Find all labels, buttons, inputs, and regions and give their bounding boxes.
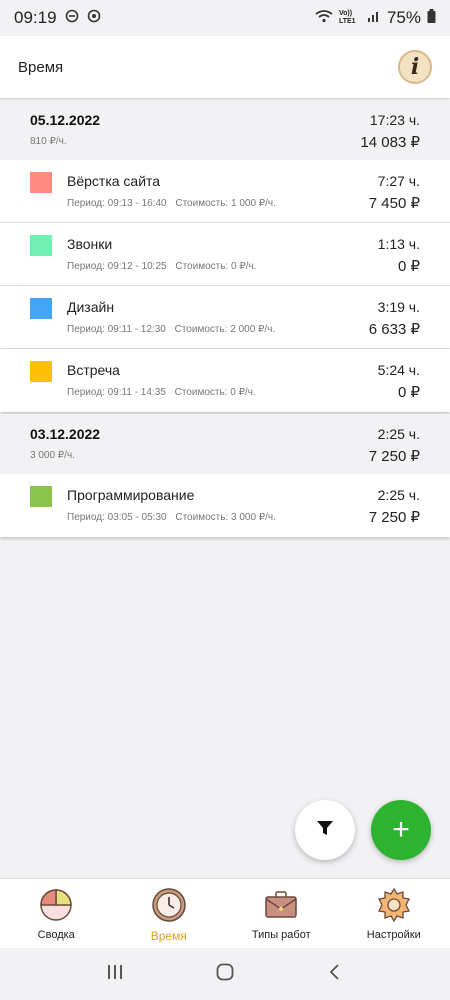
wifi-icon <box>315 8 333 28</box>
task-period: Период: 03:05 - 05:30 <box>67 512 167 523</box>
day-header: 05.12.2022 810 ₽/ч. 17:23 ч. 14 083 ₽ <box>0 100 450 160</box>
task-row[interactable]: Вёрстка сайта Период: 09:13 - 16:40 Стои… <box>0 160 450 223</box>
task-name: Программирование <box>67 487 195 503</box>
task-row[interactable]: Звонки Период: 09:12 - 10:25 Стоимость: … <box>0 223 450 286</box>
nav-item-work-types[interactable]: Типы работ <box>225 879 338 948</box>
do-not-disturb-icon <box>65 8 79 28</box>
task-period: Период: 09:11 - 14:35 <box>67 387 166 398</box>
day-rate: 3 000 ₽/ч. <box>30 450 75 461</box>
pie-chart-icon <box>38 887 74 923</box>
task-cost: Стоимость: 1 000 ₽/ч. <box>175 198 276 209</box>
nav-label: Время <box>150 929 187 943</box>
task-name: Звонки <box>67 236 113 252</box>
page-title: Время <box>18 58 64 76</box>
nav-label: Настройки <box>366 929 421 941</box>
network-label: Vo)) LTE1 <box>338 10 356 25</box>
task-sum: 7 250 ₽ <box>368 509 420 526</box>
task-hours: 1:13 ч. <box>377 236 420 252</box>
sync-icon <box>87 8 101 28</box>
task-cost: Стоимость: 3 000 ₽/ч. <box>175 512 276 523</box>
task-sum: 0 ₽ <box>397 258 420 275</box>
nav-item-time[interactable]: Время <box>113 879 226 948</box>
task-period: Период: 09:12 - 10:25 <box>67 261 167 272</box>
task-row[interactable]: Дизайн Период: 09:11 - 12:30 Стоимость: … <box>0 286 450 349</box>
task-row[interactable]: Встреча Период: 09:11 - 14:35 Стоимость:… <box>0 349 450 412</box>
home-icon[interactable] <box>215 962 235 987</box>
bottom-nav: Сводка Время Типы работ Настройки <box>0 878 450 948</box>
task-cost: Стоимость: 0 ₽/ч. <box>175 261 257 272</box>
recent-apps-icon[interactable] <box>105 962 125 987</box>
task-meta: Период: 09:12 - 10:25 Стоимость: 0 ₽/ч. <box>67 261 262 272</box>
info-button[interactable]: i <box>398 50 432 84</box>
add-entry-button[interactable]: + <box>371 800 431 860</box>
task-sum: 6 633 ₽ <box>368 321 420 338</box>
battery-icon <box>427 8 436 28</box>
plus-icon: + <box>392 813 410 846</box>
task-hours: 2:25 ч. <box>377 487 420 503</box>
task-name: Дизайн <box>67 299 115 315</box>
task-hours: 5:24 ч. <box>377 362 420 378</box>
status-time: 09:19 <box>14 8 57 27</box>
task-cost: Стоимость: 2 000 ₽/ч. <box>174 324 276 335</box>
day-sum: 14 083 ₽ <box>360 134 420 151</box>
signal-icon <box>367 8 381 28</box>
task-row[interactable]: Программирование Период: 03:05 - 05:30 С… <box>0 474 450 537</box>
task-sum: 0 ₽ <box>397 384 420 401</box>
task-name: Вёрстка сайта <box>67 173 161 189</box>
task-meta: Период: 03:05 - 05:30 Стоимость: 3 000 ₽… <box>67 512 282 523</box>
task-name: Встреча <box>67 362 120 378</box>
day-date: 03.12.2022 <box>30 426 101 442</box>
nav-label: Сводка <box>37 929 75 941</box>
task-color-swatch <box>30 361 52 382</box>
filter-icon <box>315 818 335 843</box>
gear-icon <box>376 887 412 923</box>
task-period: Период: 09:13 - 16:40 <box>67 198 167 209</box>
task-hours: 3:19 ч. <box>377 299 420 315</box>
nav-label: Типы работ <box>251 929 311 941</box>
nav-item-settings[interactable]: Настройки <box>338 879 450 948</box>
nav-item-summary[interactable]: Сводка <box>0 879 113 948</box>
task-period: Период: 09:11 - 12:30 <box>67 324 166 335</box>
task-cost: Стоимость: 0 ₽/ч. <box>174 387 256 398</box>
task-sum: 7 450 ₽ <box>368 195 420 212</box>
clock-icon <box>151 887 187 923</box>
day-rate: 810 ₽/ч. <box>30 136 67 147</box>
task-color-swatch <box>30 235 52 256</box>
task-hours: 7:27 ч. <box>377 173 420 189</box>
back-icon[interactable] <box>325 962 345 987</box>
day-date: 05.12.2022 <box>30 112 101 128</box>
battery-percent: 75% <box>386 8 421 27</box>
time-entries-list: 05.12.2022 810 ₽/ч. 17:23 ч. 14 083 ₽ Вё… <box>0 100 450 539</box>
briefcase-icon <box>263 887 299 923</box>
system-nav-bar <box>0 948 450 1000</box>
day-hours: 2:25 ч. <box>377 426 420 442</box>
task-color-swatch <box>30 486 52 507</box>
task-color-swatch <box>30 298 52 319</box>
task-color-swatch <box>30 172 52 193</box>
task-meta: Период: 09:11 - 14:35 Стоимость: 0 ₽/ч. <box>67 387 262 398</box>
day-hours: 17:23 ч. <box>369 112 420 128</box>
task-meta: Период: 09:13 - 16:40 Стоимость: 1 000 ₽… <box>67 198 282 209</box>
task-meta: Период: 09:11 - 12:30 Стоимость: 2 000 ₽… <box>67 324 281 335</box>
status-bar: 09:19 Vo)) LTE1 75% <box>0 0 450 36</box>
app-bar: Время i <box>0 36 450 98</box>
info-icon: i <box>410 54 420 80</box>
day-header: 03.12.2022 3 000 ₽/ч. 2:25 ч. 7 250 ₽ <box>0 414 450 474</box>
filter-button[interactable] <box>295 800 355 860</box>
day-sum: 7 250 ₽ <box>368 448 420 465</box>
